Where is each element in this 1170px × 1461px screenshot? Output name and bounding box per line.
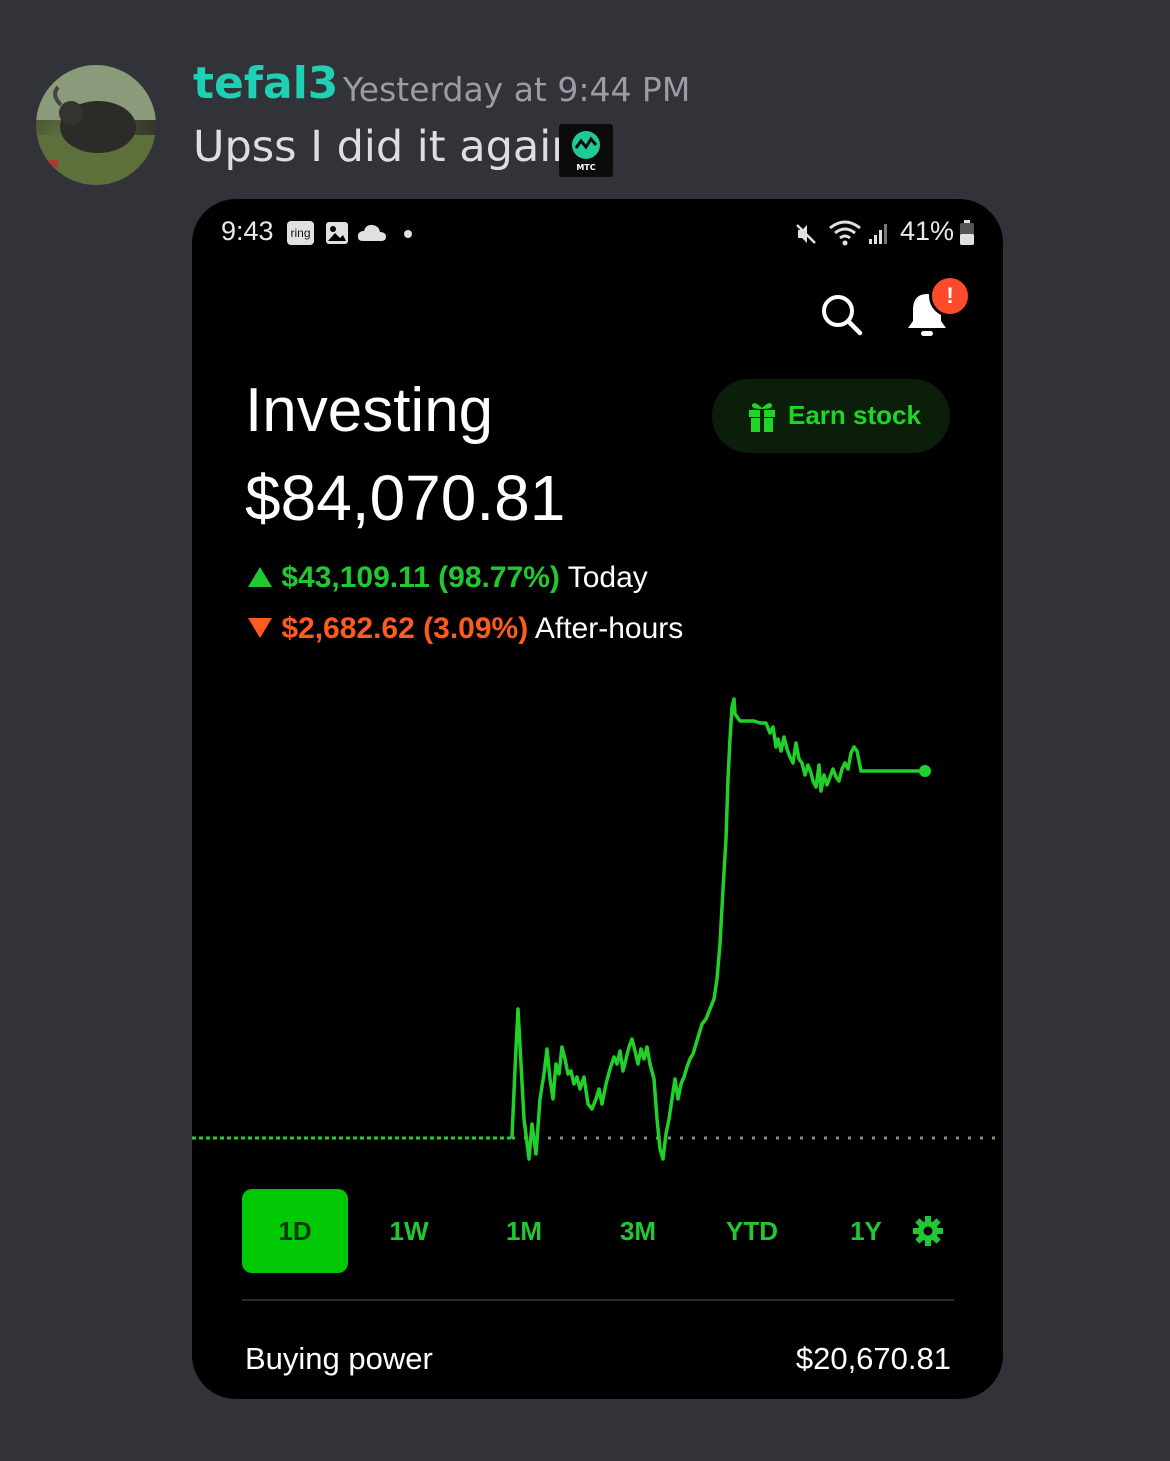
wifi-icon — [829, 220, 861, 246]
afterhours-change-row: $2,682.62 (3.09%) After-hours — [247, 612, 683, 646]
gear-icon[interactable] — [912, 1215, 944, 1247]
down-arrow-icon — [248, 618, 272, 638]
afterhours-label: After-hours — [534, 612, 684, 645]
phone-screenshot[interactable]: 9:43 ring 41% ! Earn stock Investing $84… — [192, 199, 1003, 1399]
chart-endpoint — [919, 765, 931, 777]
message-text: Upss I did it again — [193, 122, 579, 172]
message-author[interactable]: tefal3 — [193, 58, 338, 109]
ring-app-icon: ring — [287, 221, 314, 245]
ring-label: ring — [290, 226, 311, 240]
portfolio-value: $84,070.81 — [245, 462, 566, 534]
mtc-emoji-icon: MTC — [559, 124, 613, 177]
divider — [242, 1299, 954, 1301]
up-arrow-icon — [248, 567, 272, 587]
earn-stock-button[interactable]: Earn stock — [712, 379, 950, 453]
gift-icon — [749, 403, 775, 432]
tab-1w[interactable]: 1W — [356, 1189, 462, 1273]
afterhours-change-value: $2,682.62 (3.09%) — [281, 612, 529, 645]
search-icon[interactable] — [820, 293, 864, 337]
buying-power-label: Buying power — [245, 1341, 433, 1376]
portfolio-chart[interactable] — [192, 679, 1003, 1179]
mute-icon — [796, 224, 816, 244]
notification-badge: ! — [929, 275, 971, 317]
chart-line — [510, 697, 927, 1161]
message-timestamp: Yesterday at 9:44 PM — [343, 70, 691, 109]
signal-icon — [869, 224, 887, 244]
page-title: Investing — [245, 376, 494, 445]
tab-3m[interactable]: 3M — [585, 1189, 691, 1273]
earn-stock-label: Earn stock — [788, 400, 921, 430]
tab-ytd[interactable]: YTD — [699, 1189, 805, 1273]
notification-dot-icon — [404, 230, 412, 238]
cloud-icon — [357, 224, 386, 241]
today-change-value: $43,109.11 (98.77%) — [281, 561, 560, 594]
tab-1y[interactable]: 1Y — [813, 1189, 919, 1273]
gallery-icon — [326, 222, 348, 244]
buying-power-value[interactable]: $20,670.81 — [796, 1341, 951, 1377]
user-avatar[interactable] — [36, 65, 156, 185]
tab-1m[interactable]: 1M — [471, 1189, 577, 1273]
emoji-label: MTC — [576, 163, 596, 172]
battery-percentage: 41% — [900, 216, 955, 246]
status-time: 9:43 — [221, 216, 274, 246]
today-change-row: $43,109.11 (98.77%) Today — [247, 561, 648, 595]
tab-1d[interactable]: 1D — [242, 1189, 348, 1273]
battery-icon — [960, 220, 974, 245]
today-label: Today — [567, 561, 648, 594]
